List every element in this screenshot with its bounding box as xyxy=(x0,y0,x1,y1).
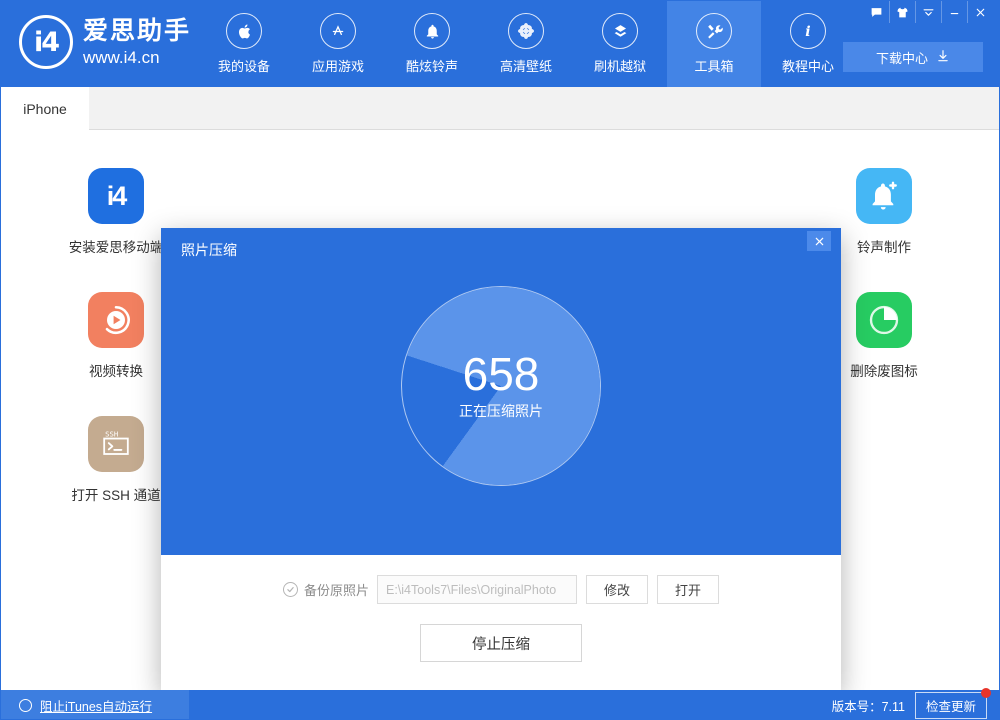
nav-label: 刷机越狱 xyxy=(594,56,646,75)
tool-label: 铃声制作 xyxy=(857,236,911,256)
stop-label: 停止压缩 xyxy=(472,633,530,654)
dialog-header: 照片压缩 658 正在压缩照片 xyxy=(161,228,841,555)
dialog-body: 备份原照片 E:\i4Tools7\Files\OriginalPhoto 修改… xyxy=(161,555,841,690)
window-controls xyxy=(863,1,993,23)
dialog-title: 照片压缩 xyxy=(181,240,237,260)
svg-text:SSH: SSH xyxy=(105,430,118,439)
tool-label: 视频转换 xyxy=(89,360,143,380)
nav-label: 高清壁纸 xyxy=(500,56,552,75)
device-tabbar: iPhone xyxy=(1,87,999,130)
nav-label: 工具箱 xyxy=(694,56,733,75)
nav-item-flash-jailbreak[interactable]: 刷机越狱 xyxy=(573,1,667,87)
open-label: 打开 xyxy=(675,580,701,599)
backup-path-input[interactable]: E:\i4Tools7\Files\OriginalPhoto xyxy=(377,575,577,604)
backup-label: 备份原照片 xyxy=(304,580,369,599)
nav-label: 我的设备 xyxy=(218,56,270,75)
update-notification-dot xyxy=(981,688,991,698)
toggle-circle-icon xyxy=(19,699,32,712)
check-update-label: 检查更新 xyxy=(926,700,976,714)
nav-item-wallpapers[interactable]: 高清壁纸 xyxy=(479,1,573,87)
nav-item-my-device[interactable]: 我的设备 xyxy=(197,1,291,87)
modify-path-button[interactable]: 修改 xyxy=(586,575,648,604)
logo-text: 爱思助手 www.i4.cn xyxy=(83,19,191,66)
tool-label: 安装爱思移动端 xyxy=(69,236,164,256)
bell-plus-icon xyxy=(856,168,912,224)
tools-icon xyxy=(696,13,732,49)
backup-checkbox[interactable] xyxy=(283,582,298,597)
i4-app-icon: i4 xyxy=(88,168,144,224)
nav-item-ringtones[interactable]: 酷炫铃声 xyxy=(385,1,479,87)
check-update-button[interactable]: 检查更新 xyxy=(915,692,987,719)
backup-path-value: E:\i4Tools7\Files\OriginalPhoto xyxy=(386,583,556,597)
version-label: 版本号：7.11 xyxy=(832,696,905,715)
progress-status: 正在压缩照片 xyxy=(459,401,543,421)
logo-mark-icon: i4 xyxy=(19,15,73,69)
main-nav: 我的设备 应用游戏 酷炫铃声 xyxy=(197,1,855,87)
download-icon xyxy=(936,49,950,66)
itunes-block-toggle[interactable]: 阻止iTunes自动运行 xyxy=(1,690,189,720)
svg-text:i: i xyxy=(805,24,810,40)
apple-icon xyxy=(226,13,262,49)
appstore-icon xyxy=(320,13,356,49)
info-icon: i xyxy=(790,13,826,49)
logo-url: www.i4.cn xyxy=(83,49,191,66)
download-center-label: 下载中心 xyxy=(876,48,928,67)
flower-icon xyxy=(508,13,544,49)
backup-row: 备份原照片 E:\i4Tools7\Files\OriginalPhoto 修改… xyxy=(161,575,841,604)
compression-progress: 658 正在压缩照片 xyxy=(401,286,601,486)
progress-count: 658 xyxy=(463,351,540,397)
open-folder-button[interactable]: 打开 xyxy=(657,575,719,604)
skin-shirt-icon[interactable] xyxy=(889,1,915,23)
stop-compression-button[interactable]: 停止压缩 xyxy=(420,624,582,662)
nav-item-tutorials[interactable]: i 教程中心 xyxy=(761,1,855,87)
feedback-icon[interactable] xyxy=(863,1,889,23)
status-right: 版本号：7.11 检查更新 xyxy=(832,690,987,720)
dialog-close-icon[interactable] xyxy=(807,231,831,251)
tool-label: 删除废图标 xyxy=(850,360,918,380)
status-bar: 阻止iTunes自动运行 版本号：7.11 检查更新 xyxy=(1,690,999,720)
progress-text: 658 正在压缩照片 xyxy=(401,286,601,486)
minimize-icon[interactable] xyxy=(941,1,967,23)
video-play-icon xyxy=(88,292,144,348)
box-icon xyxy=(602,13,638,49)
toolbox-content: i4 安装爱思移动端 视频转换 SSH xyxy=(1,130,999,690)
close-icon[interactable] xyxy=(967,1,993,23)
app-logo: i4 爱思助手 www.i4.cn xyxy=(19,15,191,69)
nav-label: 酷炫铃声 xyxy=(406,56,458,75)
nav-label: 应用游戏 xyxy=(312,56,364,75)
ssh-terminal-icon: SSH xyxy=(88,416,144,472)
photo-compress-dialog: 照片压缩 658 正在压缩照片 xyxy=(161,228,841,690)
pie-clock-icon xyxy=(856,292,912,348)
nav-item-toolbox[interactable]: 工具箱 xyxy=(667,1,761,87)
tab-iphone[interactable]: iPhone xyxy=(1,87,89,130)
app-window: i4 爱思助手 www.i4.cn 我的设备 应用游戏 xyxy=(0,0,1000,720)
app-header: i4 爱思助手 www.i4.cn 我的设备 应用游戏 xyxy=(1,1,999,87)
itunes-block-label: 阻止iTunes自动运行 xyxy=(40,696,152,715)
bell-icon xyxy=(414,13,450,49)
tool-label: 打开 SSH 通道 xyxy=(71,484,160,504)
nav-label: 教程中心 xyxy=(782,56,834,75)
tray-chevron-down-icon[interactable] xyxy=(915,1,941,23)
download-center-button[interactable]: 下载中心 xyxy=(843,42,983,72)
nav-item-apps-games[interactable]: 应用游戏 xyxy=(291,1,385,87)
logo-name: 爱思助手 xyxy=(83,19,191,44)
modify-label: 修改 xyxy=(604,580,630,599)
tab-iphone-label: iPhone xyxy=(23,101,67,117)
